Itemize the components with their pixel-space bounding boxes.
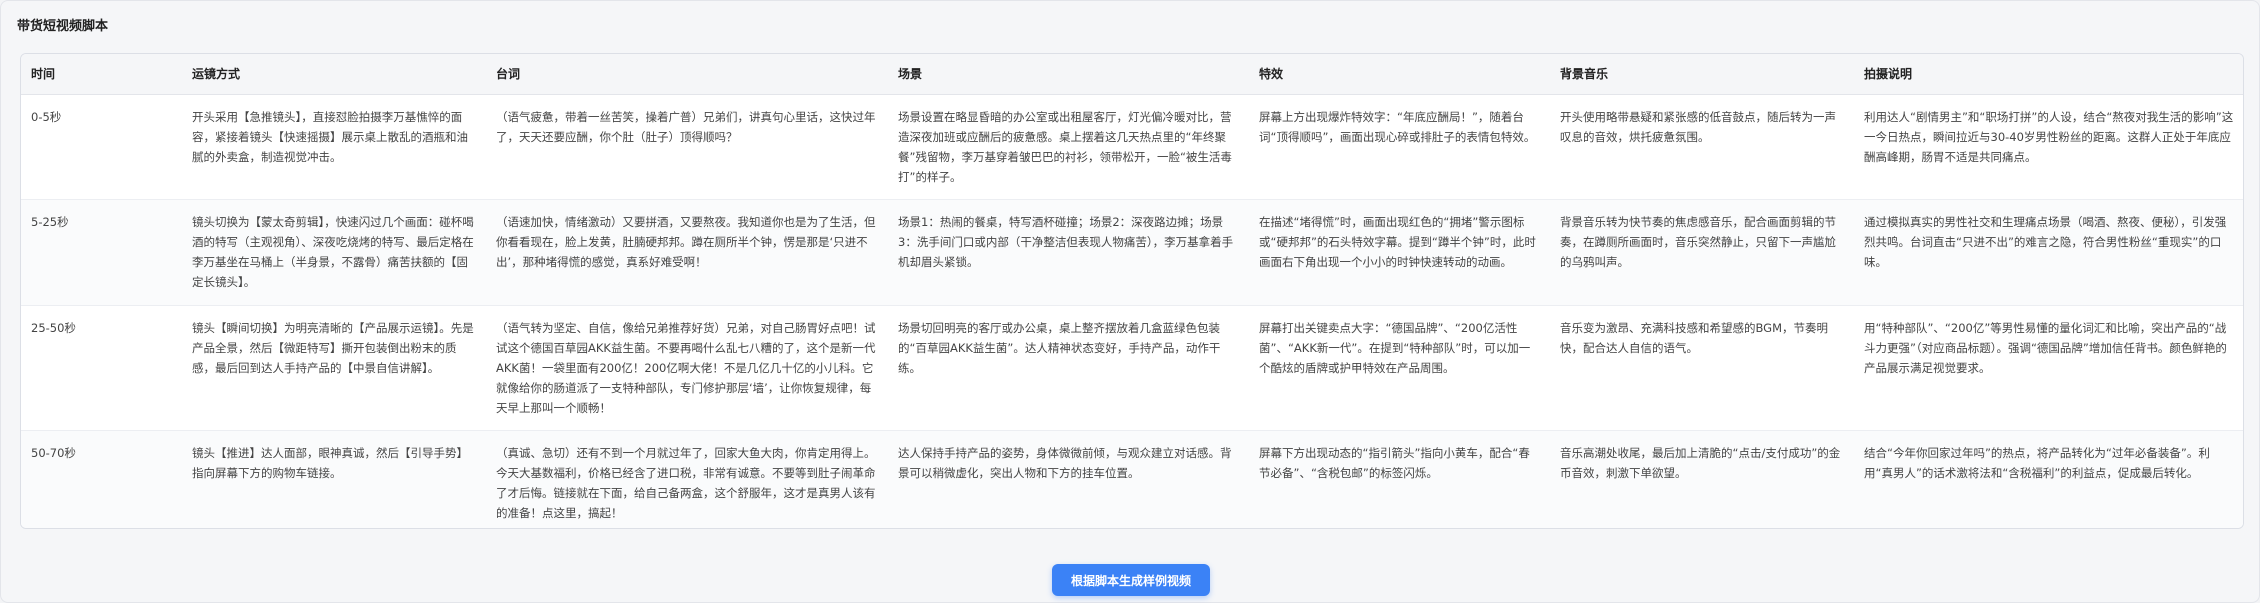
header-bgm: 背景音乐	[1550, 54, 1854, 95]
script-panel: 带货短视频脚本 时间 运镜方式 台词 场景 特效 背景音乐 拍摄说明 0-5秒 …	[0, 0, 2260, 603]
cell-bgm: 音乐高潮处收尾，最后加上清脆的“点击/支付成功”的金币音效，刺激下单欲望。	[1550, 430, 1854, 528]
cell-lines: （语气转为坚定、自信，像给兄弟推荐好货）兄弟，对自己肠胃好点吧！试试这个德国百草…	[486, 305, 888, 431]
cell-scene: 场景切回明亮的客厅或办公桌，桌上整齐摆放着几盒蓝绿色包装的“百草园AKK益生菌”…	[888, 305, 1249, 431]
cell-lines: （语速加快，情绪激动）又要拼酒，又要熬夜。我知道你也是为了生活，但你看看现在，脸…	[486, 199, 888, 306]
cell-camera-movement: 镜头【瞬间切换】为明亮清晰的【产品展示运镜】。先是产品全景，然后【微距特写】撕开…	[182, 305, 486, 431]
table-row: 50-70秒 镜头【推进】达人面部，眼神真诚，然后【引导手势】指向屏幕下方的购物…	[21, 430, 2243, 528]
cell-camera-movement: 镜头【推进】达人面部，眼神真诚，然后【引导手势】指向屏幕下方的购物车链接。	[182, 430, 486, 528]
header-effects: 特效	[1249, 54, 1550, 95]
cell-effects: 在描述“堵得慌”时，画面出现红色的“拥堵”警示图标或“硬邦邦”的石头特效字幕。提…	[1249, 199, 1550, 306]
cell-camera-movement: 镜头切换为【蒙太奇剪辑】，快速闪过几个画面：碰杯喝酒的特写（主观视角）、深夜吃烧…	[182, 199, 486, 306]
header-shooting-notes: 拍摄说明	[1854, 54, 2243, 95]
cell-shooting-notes: 通过模拟真实的男性社交和生理痛点场景（喝酒、熬夜、便秘），引发强烈共鸣。台词直击…	[1854, 199, 2243, 306]
cell-camera-movement: 开头采用【急推镜头】，直接怼脸拍摄李万基憔悴的面容，紧接着镜头【快速摇摄】展示桌…	[182, 94, 486, 200]
cell-effects: 屏幕打出关键卖点大字：“德国品牌”、“200亿活性菌”、“AKK新一代”。在提到…	[1249, 305, 1550, 431]
cell-shooting-notes: 结合“今年你回家过年吗”的热点，将产品转化为“过年必备装备”。利用“真男人”的话…	[1854, 430, 2243, 528]
table-row: 5-25秒 镜头切换为【蒙太奇剪辑】，快速闪过几个画面：碰杯喝酒的特写（主观视角…	[21, 199, 2243, 306]
cell-lines: （真诚、急切）还有不到一个月就过年了，回家大鱼大肉，你肯定用得上。今天大基数福利…	[486, 430, 888, 528]
header-time: 时间	[21, 54, 182, 95]
generate-sample-video-button[interactable]: 根据脚本生成样例视频	[1052, 564, 1210, 596]
table-row: 25-50秒 镜头【瞬间切换】为明亮清晰的【产品展示运镜】。先是产品全景，然后【…	[21, 305, 2243, 431]
cell-time: 25-50秒	[21, 305, 182, 431]
header-scene: 场景	[888, 54, 1249, 95]
cell-scene: 达人保持手持产品的姿势，身体微微前倾，与观众建立对话感。背景可以稍微虚化，突出人…	[888, 430, 1249, 528]
header-camera-movement: 运镜方式	[182, 54, 486, 95]
cell-time: 5-25秒	[21, 199, 182, 306]
cell-bgm: 开头使用略带悬疑和紧张感的低音鼓点，随后转为一声叹息的音效，烘托疲惫氛围。	[1550, 94, 1854, 200]
cell-time: 50-70秒	[21, 430, 182, 528]
cell-shooting-notes: 用“特种部队”、“200亿”等男性易懂的量化词汇和比喻，突出产品的“战斗力更强”…	[1854, 305, 2243, 431]
cell-bgm: 音乐变为激昂、充满科技感和希望感的BGM，节奏明快，配合达人自信的语气。	[1550, 305, 1854, 431]
table-row: 0-5秒 开头采用【急推镜头】，直接怼脸拍摄李万基憔悴的面容，紧接着镜头【快速摇…	[21, 94, 2243, 200]
cell-scene: 场景设置在略显昏暗的办公室或出租屋客厅，灯光偏冷暖对比，营造深夜加班或应酬后的疲…	[888, 94, 1249, 200]
cell-bgm: 背景音乐转为快节奏的焦虑感音乐，配合画面剪辑的节奏，在蹲厕所画面时，音乐突然静止…	[1550, 199, 1854, 306]
script-table: 时间 运镜方式 台词 场景 特效 背景音乐 拍摄说明 0-5秒 开头采用【急推镜…	[20, 53, 2244, 529]
cell-effects: 屏幕上方出现爆炸特效字：“年底应酬局！”，随着台词“顶得顺吗”，画面出现心碎或排…	[1249, 94, 1550, 200]
header-lines: 台词	[486, 54, 888, 95]
cell-lines: （语气疲惫，带着一丝苦笑，操着广普）兄弟们，讲真句心里话，这快过年了，天天还要应…	[486, 94, 888, 200]
cell-time: 0-5秒	[21, 94, 182, 200]
table-header-row: 时间 运镜方式 台词 场景 特效 背景音乐 拍摄说明	[21, 54, 2243, 95]
panel-title: 带货短视频脚本	[17, 19, 109, 34]
cell-effects: 屏幕下方出现动态的“指引箭头”指向小黄车，配合“春节必备”、“含税包邮”的标签闪…	[1249, 430, 1550, 528]
cell-shooting-notes: 利用达人“剧情男主”和“职场打拼”的人设，结合“熬夜对我生活的影响”这一今日热点…	[1854, 94, 2243, 200]
cell-scene: 场景1：热闹的餐桌，特写酒杯碰撞；场景2：深夜路边摊；场景3：洗手间门口或内部（…	[888, 199, 1249, 306]
